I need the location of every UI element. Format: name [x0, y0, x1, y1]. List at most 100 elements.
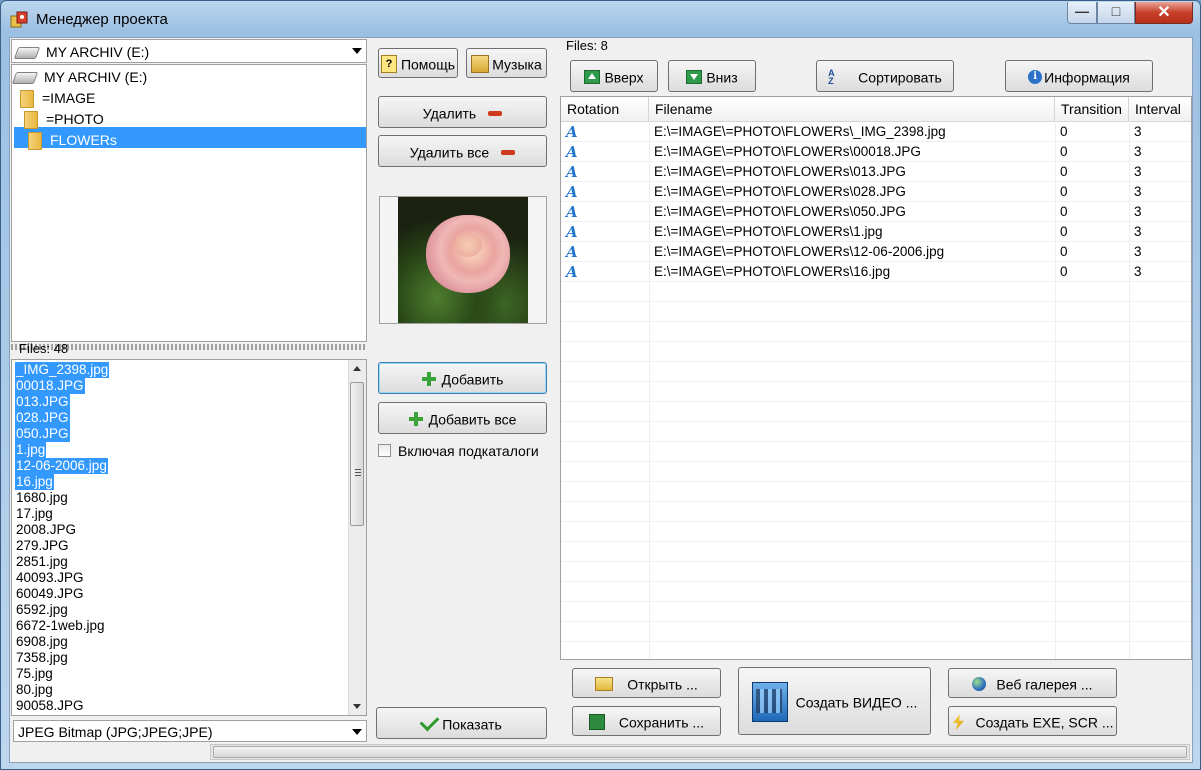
close-icon: ✕	[1157, 4, 1171, 21]
create-exe-button[interactable]: Создать EXE, SCR ...	[948, 706, 1117, 736]
list-item[interactable]: _IMG_2398.jpg	[15, 362, 110, 378]
tree-item[interactable]: MY ARCHIV (E:)	[11, 67, 147, 87]
save-button[interactable]: Сохранить ...	[572, 706, 721, 736]
table-row	[561, 342, 1191, 362]
column-header-rotation[interactable]: Rotation	[561, 97, 649, 121]
plus-icon	[408, 412, 423, 427]
file-list[interactable]: _IMG_2398.jpg 00018.JPG 013.JPG 028.JPG 050.…	[11, 359, 367, 716]
bottom-scroll-thumb[interactable]	[213, 746, 1187, 758]
delete-button[interactable]: Удалить	[378, 96, 547, 128]
help-button[interactable]: ? Помощь	[378, 48, 458, 78]
info-button[interactable]: i Информация	[1005, 60, 1153, 92]
table-row	[561, 402, 1191, 422]
tree-item-label: FLOWERs	[50, 132, 117, 148]
cell-interval: 3	[1134, 124, 1142, 139]
show-button[interactable]: Показать	[376, 707, 547, 739]
film-icon	[751, 682, 788, 723]
add-all-button[interactable]: Добавить все	[378, 402, 547, 434]
list-item[interactable]: 6908.jpg	[15, 634, 69, 650]
drive-combo[interactable]: MY ARCHIV (E:)	[11, 39, 367, 63]
help-label: Помощь	[400, 56, 456, 73]
cell-interval: 3	[1134, 144, 1142, 159]
list-item[interactable]: 75.jpg	[15, 666, 54, 682]
file-type-combo[interactable]: JPEG Bitmap (JPG;JPEG;JPE)	[13, 720, 367, 742]
list-item[interactable]: 16.jpg	[15, 474, 54, 490]
column-header-interval[interactable]: Interval	[1129, 97, 1191, 121]
list-item[interactable]: 7358.jpg	[15, 650, 69, 666]
table-row[interactable]: A E:\=IMAGE\=PHOTO\FLOWERs\028.JPG 0 3	[561, 182, 1191, 202]
client-area: MY ARCHIV (E:) MY ARCHIV (E:) =IMAGE =PHOT…	[9, 37, 1193, 763]
cell-transition: 0	[1060, 164, 1068, 179]
table-row[interactable]: A E:\=IMAGE\=PHOTO\FLOWERs\013.JPG 0 3	[561, 162, 1191, 182]
include-subdirs-checkbox[interactable]	[378, 444, 391, 457]
scroll-up-icon[interactable]	[353, 366, 361, 371]
rotation-icon: A	[566, 183, 578, 201]
delete-all-button[interactable]: Удалить все	[378, 135, 547, 167]
music-button[interactable]: Музыка	[466, 48, 547, 78]
table-row	[561, 482, 1191, 502]
list-item[interactable]: 013.JPG	[15, 394, 70, 410]
move-down-button[interactable]: Вниз	[668, 60, 756, 92]
list-item[interactable]: 17.jpg	[15, 506, 54, 522]
tree-item[interactable]: =PHOTO	[24, 109, 104, 130]
cell-interval: 3	[1134, 264, 1142, 279]
list-item[interactable]: 00018.JPG	[15, 378, 85, 394]
move-up-button[interactable]: Вверх	[570, 60, 658, 92]
table-row[interactable]: A E:\=IMAGE\=PHOTO\FLOWERs\16.jpg 0 3	[561, 262, 1191, 282]
list-item[interactable]: d51.jpg	[15, 714, 61, 715]
list-item[interactable]: 80.jpg	[15, 682, 54, 698]
folder-tree[interactable]: MY ARCHIV (E:) =IMAGE =PHOTO FLOWERs	[11, 64, 367, 342]
close-button[interactable]: ✕	[1135, 2, 1193, 24]
tree-item[interactable]: FLOWERs	[28, 130, 117, 151]
table-row[interactable]: A E:\=IMAGE\=PHOTO\FLOWERs\1.jpg 0 3	[561, 222, 1191, 242]
web-gallery-button[interactable]: Веб галерея ...	[948, 668, 1117, 698]
sort-button[interactable]: A Z Сортировать	[816, 60, 954, 92]
list-item[interactable]: 1.jpg	[15, 442, 47, 458]
list-item[interactable]: 028.JPG	[15, 410, 70, 426]
table-row[interactable]: A E:\=IMAGE\=PHOTO\FLOWERs\_IMG_2398.jpg 0…	[561, 122, 1191, 142]
list-item[interactable]: 279.JPG	[15, 538, 70, 554]
slides-grid[interactable]: Rotation Filename Transition Interval A E…	[560, 96, 1192, 660]
table-row	[561, 302, 1191, 322]
list-item[interactable]: 1680.jpg	[15, 490, 69, 506]
list-item[interactable]: 40093.JPG	[15, 570, 85, 586]
scroll-thumb[interactable]	[350, 382, 364, 526]
list-item[interactable]: 90058.JPG	[15, 698, 85, 714]
open-button[interactable]: Открыть ...	[572, 668, 721, 698]
scroll-down-icon[interactable]	[353, 704, 361, 709]
list-item[interactable]: 2851.jpg	[15, 554, 69, 570]
list-item[interactable]: 60049.JPG	[15, 586, 85, 602]
cell-filename: E:\=IMAGE\=PHOTO\FLOWERs\050.JPG	[654, 204, 906, 219]
sort-label: Сортировать	[858, 69, 942, 86]
help-icon: ?	[380, 55, 397, 74]
column-header-transition[interactable]: Transition	[1055, 97, 1129, 121]
chevron-down-icon	[352, 729, 362, 735]
file-list-scrollbar[interactable]	[348, 360, 366, 715]
list-item[interactable]: 6592.jpg	[15, 602, 69, 618]
tree-item[interactable]: =IMAGE	[20, 88, 95, 109]
column-header-filename[interactable]: Filename	[649, 97, 1055, 121]
drive-combo-value: MY ARCHIV (E:)	[46, 44, 150, 60]
table-row	[561, 602, 1191, 622]
title-bar[interactable]: Менеджер проекта — □ ✕	[1, 1, 1200, 37]
maximize-button[interactable]: □	[1097, 2, 1135, 24]
list-item[interactable]: 050.JPG	[15, 426, 70, 442]
files-count-left: Files: 48	[19, 341, 69, 356]
minimize-button[interactable]: —	[1067, 2, 1097, 24]
add-button[interactable]: Добавить	[378, 362, 547, 394]
table-row[interactable]: A E:\=IMAGE\=PHOTO\FLOWERs\050.JPG 0 3	[561, 202, 1191, 222]
cell-interval: 3	[1134, 224, 1142, 239]
list-item[interactable]: 2008.JPG	[15, 522, 77, 538]
cell-interval: 3	[1134, 244, 1142, 259]
table-row	[561, 582, 1191, 602]
plus-icon	[421, 372, 436, 387]
table-row[interactable]: A E:\=IMAGE\=PHOTO\FLOWERs\12-06-2006.jpg…	[561, 242, 1191, 262]
create-video-button[interactable]: Создать ВИДЕО ...	[738, 667, 931, 735]
list-item[interactable]: 6672-1web.jpg	[15, 618, 106, 634]
include-subdirs-label[interactable]: Включая подкаталоги	[398, 443, 539, 459]
table-row[interactable]: A E:\=IMAGE\=PHOTO\FLOWERs\00018.JPG 0 3	[561, 142, 1191, 162]
list-item[interactable]: 12-06-2006.jpg	[15, 458, 108, 474]
files-count-right: Files: 8	[566, 38, 608, 53]
music-icon	[471, 55, 490, 74]
bottom-scrollbar[interactable]	[210, 744, 1190, 760]
